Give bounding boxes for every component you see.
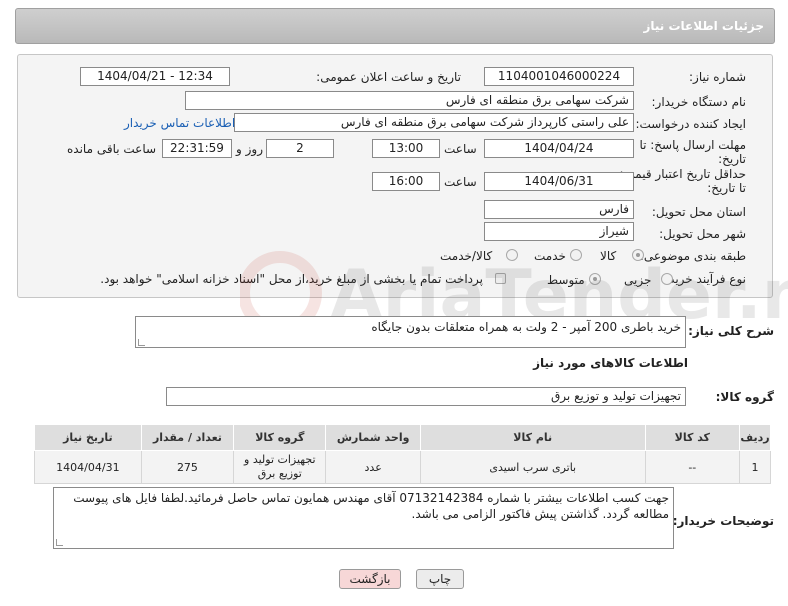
col-name: نام کالا bbox=[419, 424, 646, 451]
province-field[interactable]: فارس bbox=[484, 200, 634, 219]
buyer-org-field[interactable]: شرکت سهامی برق منطقه ای فارس bbox=[185, 91, 634, 110]
col-row: ردیف bbox=[739, 424, 771, 451]
cell-unit: عدد bbox=[325, 450, 421, 484]
deadline-label-2: تاریخ: bbox=[718, 152, 746, 166]
category-radio-service[interactable] bbox=[570, 249, 582, 261]
process-radio-medium[interactable] bbox=[589, 273, 601, 285]
goods-group-label: گروه کالا: bbox=[715, 390, 774, 404]
category-option-service: خدمت bbox=[534, 249, 566, 263]
col-qty: تعداد / مقدار bbox=[140, 424, 235, 451]
announce-field[interactable]: 1404/04/21 - 12:34 bbox=[80, 67, 230, 86]
notes-resize-handle[interactable] bbox=[56, 539, 63, 546]
deadline-label-1: مهلت ارسال پاسخ: تا bbox=[639, 138, 746, 152]
category-option-goods: کالا bbox=[600, 249, 617, 263]
back-button[interactable]: بازگشت bbox=[339, 569, 401, 589]
validity-time-field[interactable]: 16:00 bbox=[372, 172, 440, 191]
need-number-field[interactable]: 1104001046000224 bbox=[484, 67, 634, 86]
process-option-minor: جزیی bbox=[624, 273, 652, 287]
deadline-date-field[interactable]: 1404/04/24 bbox=[484, 139, 634, 158]
city-label: شهر محل تحویل: bbox=[659, 227, 746, 241]
cell-row: 1 bbox=[739, 450, 771, 484]
announce-label: تاریخ و ساعت اعلان عمومی: bbox=[316, 70, 461, 84]
category-radio-goods-service[interactable] bbox=[506, 249, 518, 261]
province-label: استان محل تحویل: bbox=[651, 205, 746, 219]
cell-code: -- bbox=[644, 450, 741, 484]
deadline-time-label: ساعت bbox=[444, 142, 477, 156]
cell-date: 1404/04/31 bbox=[34, 450, 142, 484]
goods-table: ردیف کد کالا نام کالا واحد شمارش گروه کا… bbox=[34, 424, 771, 484]
cell-name: باتری سرب اسیدی bbox=[419, 450, 646, 484]
col-date: تاریخ نیاز bbox=[34, 424, 142, 451]
creator-label: ایجاد کننده درخواست: bbox=[635, 117, 746, 131]
col-unit: واحد شمارش bbox=[325, 424, 421, 451]
contact-info-link[interactable]: اطلاعات تماس خریدار bbox=[124, 116, 235, 130]
summary-label: شرح کلی نیاز: bbox=[688, 324, 774, 338]
print-button[interactable]: چاپ bbox=[416, 569, 464, 589]
buyer-notes-label: توضیحات خریدار: bbox=[672, 514, 774, 528]
table-row[interactable]: 1 -- باتری سرب اسیدی عدد تجهیزات تولید و… bbox=[34, 450, 771, 484]
validity-label-2: تا تاریخ: bbox=[707, 181, 746, 195]
cell-qty: 275 bbox=[140, 450, 235, 484]
col-group: گروه کالا bbox=[233, 424, 327, 451]
process-option-medium: متوسط bbox=[547, 273, 585, 287]
validity-date-field[interactable]: 1404/06/31 bbox=[484, 172, 634, 191]
process-radio-minor[interactable] bbox=[661, 273, 673, 285]
payment-note: پرداخت تمام یا بخشی از مبلغ خرید،از محل … bbox=[100, 272, 483, 286]
page-header: جزئیات اطلاعات نیاز bbox=[15, 8, 775, 44]
city-field[interactable]: شیراز bbox=[484, 222, 634, 241]
category-radio-goods[interactable] bbox=[632, 249, 644, 261]
remaining-label: ساعت باقی مانده bbox=[67, 142, 157, 156]
page-title: جزئیات اطلاعات نیاز bbox=[643, 19, 764, 33]
category-option-goods-service: کالا/خدمت bbox=[440, 249, 493, 263]
remaining-time-field[interactable]: 22:31:59 bbox=[162, 139, 232, 158]
cell-group: تجهیزات تولید و توزیع برق bbox=[233, 450, 327, 484]
goods-group-field[interactable]: تجهیزات تولید و توزیع برق bbox=[166, 387, 686, 406]
validity-label-1: حداقل تاریخ اعتبار قیمت: bbox=[619, 167, 746, 181]
goods-section-title: اطلاعات کالاهای مورد نیاز bbox=[533, 356, 688, 370]
need-number-label: شماره نیاز: bbox=[689, 70, 746, 84]
buyer-notes-textarea[interactable]: جهت کسب اطلاعات بیشتر با شماره 071321423… bbox=[53, 487, 674, 549]
col-code: کد کالا bbox=[644, 424, 741, 451]
summary-resize-handle[interactable] bbox=[138, 339, 145, 346]
creator-field[interactable]: علی راستی کارپرداز شرکت سهامی برق منطقه … bbox=[234, 113, 634, 132]
table-header-row: ردیف کد کالا نام کالا واحد شمارش گروه کا… bbox=[34, 424, 771, 451]
treasury-payment-checkbox[interactable] bbox=[495, 273, 506, 284]
days-field[interactable]: 2 bbox=[266, 139, 334, 158]
deadline-time-field[interactable]: 13:00 bbox=[372, 139, 440, 158]
buyer-org-label: نام دستگاه خریدار: bbox=[651, 95, 747, 109]
process-label: نوع فرآیند خرید : bbox=[661, 272, 746, 286]
category-label: طبقه بندی موضوعی: bbox=[639, 249, 746, 263]
days-label: روز و bbox=[236, 142, 263, 156]
validity-time-label: ساعت bbox=[444, 175, 477, 189]
summary-textarea[interactable]: خرید باطری 200 آمپر - 2 ولت به همراه متع… bbox=[135, 316, 686, 348]
